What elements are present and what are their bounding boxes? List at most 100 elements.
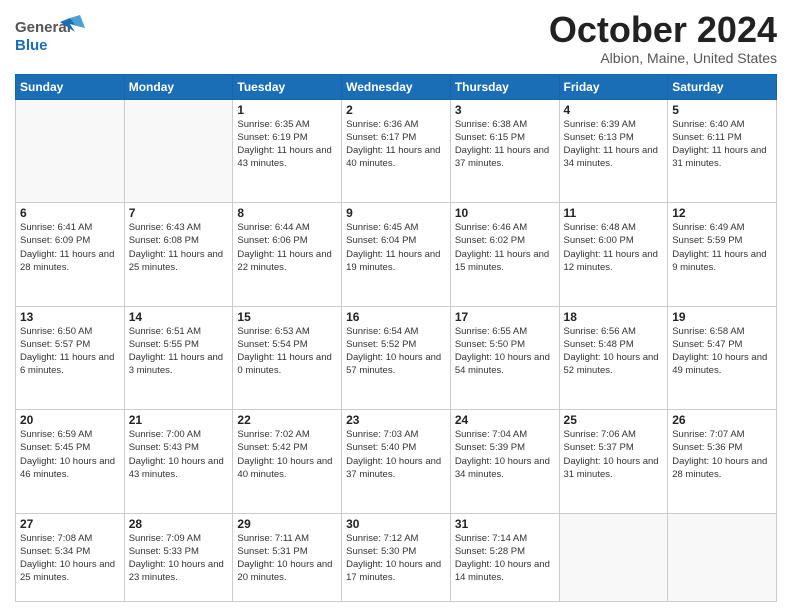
- col-monday: Monday: [124, 74, 233, 99]
- day-info: Sunrise: 6:45 AM Sunset: 6:04 PM Dayligh…: [346, 221, 446, 274]
- col-wednesday: Wednesday: [342, 74, 451, 99]
- day-number: 19: [672, 310, 772, 324]
- day-info: Sunrise: 6:58 AM Sunset: 5:47 PM Dayligh…: [672, 325, 772, 378]
- day-info: Sunrise: 7:08 AM Sunset: 5:34 PM Dayligh…: [20, 532, 120, 585]
- calendar-cell: 4Sunrise: 6:39 AM Sunset: 6:13 PM Daylig…: [559, 99, 668, 202]
- day-number: 27: [20, 517, 120, 531]
- day-number: 24: [455, 413, 555, 427]
- day-info: Sunrise: 6:36 AM Sunset: 6:17 PM Dayligh…: [346, 118, 446, 171]
- calendar-cell: 2Sunrise: 6:36 AM Sunset: 6:17 PM Daylig…: [342, 99, 451, 202]
- day-number: 8: [237, 206, 337, 220]
- col-thursday: Thursday: [450, 74, 559, 99]
- calendar-cell: 5Sunrise: 6:40 AM Sunset: 6:11 PM Daylig…: [668, 99, 777, 202]
- calendar-cell: 7Sunrise: 6:43 AM Sunset: 6:08 PM Daylig…: [124, 203, 233, 306]
- day-info: Sunrise: 6:38 AM Sunset: 6:15 PM Dayligh…: [455, 118, 555, 171]
- calendar-cell: [668, 513, 777, 601]
- day-info: Sunrise: 6:51 AM Sunset: 5:55 PM Dayligh…: [129, 325, 229, 378]
- day-info: Sunrise: 6:59 AM Sunset: 5:45 PM Dayligh…: [20, 428, 120, 481]
- day-number: 29: [237, 517, 337, 531]
- day-info: Sunrise: 7:03 AM Sunset: 5:40 PM Dayligh…: [346, 428, 446, 481]
- calendar-cell: 22Sunrise: 7:02 AM Sunset: 5:42 PM Dayli…: [233, 410, 342, 513]
- day-number: 7: [129, 206, 229, 220]
- day-info: Sunrise: 7:09 AM Sunset: 5:33 PM Dayligh…: [129, 532, 229, 585]
- day-number: 23: [346, 413, 446, 427]
- day-info: Sunrise: 6:53 AM Sunset: 5:54 PM Dayligh…: [237, 325, 337, 378]
- calendar-cell: 9Sunrise: 6:45 AM Sunset: 6:04 PM Daylig…: [342, 203, 451, 306]
- day-number: 2: [346, 103, 446, 117]
- day-number: 25: [564, 413, 664, 427]
- day-number: 17: [455, 310, 555, 324]
- day-number: 10: [455, 206, 555, 220]
- calendar-cell: 18Sunrise: 6:56 AM Sunset: 5:48 PM Dayli…: [559, 306, 668, 409]
- logo-bird-icon: General Blue: [15, 10, 85, 60]
- calendar-cell: 29Sunrise: 7:11 AM Sunset: 5:31 PM Dayli…: [233, 513, 342, 601]
- day-info: Sunrise: 7:04 AM Sunset: 5:39 PM Dayligh…: [455, 428, 555, 481]
- day-info: Sunrise: 7:14 AM Sunset: 5:28 PM Dayligh…: [455, 532, 555, 585]
- calendar-cell: 14Sunrise: 6:51 AM Sunset: 5:55 PM Dayli…: [124, 306, 233, 409]
- day-number: 9: [346, 206, 446, 220]
- calendar-cell: 12Sunrise: 6:49 AM Sunset: 5:59 PM Dayli…: [668, 203, 777, 306]
- title-block: October 2024 Albion, Maine, United State…: [549, 10, 777, 66]
- calendar-cell: 19Sunrise: 6:58 AM Sunset: 5:47 PM Dayli…: [668, 306, 777, 409]
- calendar-cell: 6Sunrise: 6:41 AM Sunset: 6:09 PM Daylig…: [16, 203, 125, 306]
- calendar-cell: [16, 99, 125, 202]
- day-number: 20: [20, 413, 120, 427]
- day-number: 4: [564, 103, 664, 117]
- col-friday: Friday: [559, 74, 668, 99]
- calendar-cell: 15Sunrise: 6:53 AM Sunset: 5:54 PM Dayli…: [233, 306, 342, 409]
- calendar-cell: 25Sunrise: 7:06 AM Sunset: 5:37 PM Dayli…: [559, 410, 668, 513]
- day-number: 11: [564, 206, 664, 220]
- day-number: 3: [455, 103, 555, 117]
- calendar-cell: 13Sunrise: 6:50 AM Sunset: 5:57 PM Dayli…: [16, 306, 125, 409]
- calendar-cell: 23Sunrise: 7:03 AM Sunset: 5:40 PM Dayli…: [342, 410, 451, 513]
- calendar-cell: 26Sunrise: 7:07 AM Sunset: 5:36 PM Dayli…: [668, 410, 777, 513]
- day-info: Sunrise: 7:11 AM Sunset: 5:31 PM Dayligh…: [237, 532, 337, 585]
- col-saturday: Saturday: [668, 74, 777, 99]
- day-info: Sunrise: 6:44 AM Sunset: 6:06 PM Dayligh…: [237, 221, 337, 274]
- day-number: 18: [564, 310, 664, 324]
- col-sunday: Sunday: [16, 74, 125, 99]
- day-info: Sunrise: 7:12 AM Sunset: 5:30 PM Dayligh…: [346, 532, 446, 585]
- calendar-cell: 10Sunrise: 6:46 AM Sunset: 6:02 PM Dayli…: [450, 203, 559, 306]
- calendar-cell: 31Sunrise: 7:14 AM Sunset: 5:28 PM Dayli…: [450, 513, 559, 601]
- calendar-cell: 20Sunrise: 6:59 AM Sunset: 5:45 PM Dayli…: [16, 410, 125, 513]
- day-info: Sunrise: 6:54 AM Sunset: 5:52 PM Dayligh…: [346, 325, 446, 378]
- day-info: Sunrise: 6:41 AM Sunset: 6:09 PM Dayligh…: [20, 221, 120, 274]
- day-number: 22: [237, 413, 337, 427]
- day-number: 1: [237, 103, 337, 117]
- calendar-table: Sunday Monday Tuesday Wednesday Thursday…: [15, 74, 777, 602]
- day-info: Sunrise: 7:02 AM Sunset: 5:42 PM Dayligh…: [237, 428, 337, 481]
- location: Albion, Maine, United States: [549, 50, 777, 66]
- calendar-week-3: 13Sunrise: 6:50 AM Sunset: 5:57 PM Dayli…: [16, 306, 777, 409]
- logo: General Blue: [15, 10, 85, 60]
- day-info: Sunrise: 6:39 AM Sunset: 6:13 PM Dayligh…: [564, 118, 664, 171]
- calendar-cell: 8Sunrise: 6:44 AM Sunset: 6:06 PM Daylig…: [233, 203, 342, 306]
- calendar-cell: 11Sunrise: 6:48 AM Sunset: 6:00 PM Dayli…: [559, 203, 668, 306]
- calendar-cell: 24Sunrise: 7:04 AM Sunset: 5:39 PM Dayli…: [450, 410, 559, 513]
- day-number: 12: [672, 206, 772, 220]
- day-number: 28: [129, 517, 229, 531]
- day-number: 13: [20, 310, 120, 324]
- calendar-week-2: 6Sunrise: 6:41 AM Sunset: 6:09 PM Daylig…: [16, 203, 777, 306]
- calendar-week-5: 27Sunrise: 7:08 AM Sunset: 5:34 PM Dayli…: [16, 513, 777, 601]
- day-info: Sunrise: 6:50 AM Sunset: 5:57 PM Dayligh…: [20, 325, 120, 378]
- calendar-cell: [559, 513, 668, 601]
- day-info: Sunrise: 7:06 AM Sunset: 5:37 PM Dayligh…: [564, 428, 664, 481]
- day-info: Sunrise: 6:40 AM Sunset: 6:11 PM Dayligh…: [672, 118, 772, 171]
- calendar-cell: 16Sunrise: 6:54 AM Sunset: 5:52 PM Dayli…: [342, 306, 451, 409]
- svg-text:Blue: Blue: [15, 37, 48, 54]
- page: General Blue October 2024 Albion, Maine,…: [0, 0, 792, 612]
- day-number: 6: [20, 206, 120, 220]
- day-number: 31: [455, 517, 555, 531]
- calendar-week-1: 1Sunrise: 6:35 AM Sunset: 6:19 PM Daylig…: [16, 99, 777, 202]
- day-number: 21: [129, 413, 229, 427]
- calendar-cell: 28Sunrise: 7:09 AM Sunset: 5:33 PM Dayli…: [124, 513, 233, 601]
- calendar-cell: 1Sunrise: 6:35 AM Sunset: 6:19 PM Daylig…: [233, 99, 342, 202]
- header: General Blue October 2024 Albion, Maine,…: [15, 10, 777, 66]
- calendar-cell: 21Sunrise: 7:00 AM Sunset: 5:43 PM Dayli…: [124, 410, 233, 513]
- day-number: 30: [346, 517, 446, 531]
- calendar-cell: 17Sunrise: 6:55 AM Sunset: 5:50 PM Dayli…: [450, 306, 559, 409]
- calendar-cell: 3Sunrise: 6:38 AM Sunset: 6:15 PM Daylig…: [450, 99, 559, 202]
- month-title: October 2024: [549, 10, 777, 50]
- calendar-cell: 30Sunrise: 7:12 AM Sunset: 5:30 PM Dayli…: [342, 513, 451, 601]
